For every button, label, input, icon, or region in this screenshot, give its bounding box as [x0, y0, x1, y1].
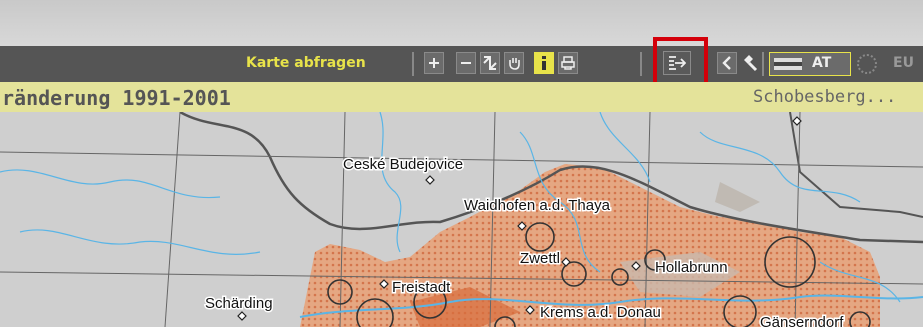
full-extent-icon — [483, 56, 497, 70]
scale-at-button[interactable]: AT — [769, 52, 851, 76]
map-title-bar: ränderung 1991-2001 Schobesberg... — [0, 82, 923, 112]
info-button[interactable] — [534, 52, 554, 74]
pan-button[interactable] — [504, 52, 524, 74]
back-button[interactable] — [717, 52, 737, 74]
zoom-out-button[interactable] — [456, 52, 476, 74]
eu-circle-icon — [857, 54, 877, 74]
query-map-label: Karte abfragen — [246, 55, 366, 71]
zoom-in-button[interactable] — [424, 52, 444, 74]
place-label: Zwettl — [520, 250, 560, 267]
map-title: ränderung 1991-2001 — [2, 86, 231, 110]
toolbar-separator — [640, 52, 642, 76]
print-icon — [561, 56, 575, 70]
back-icon — [722, 56, 731, 70]
browser-top-strip — [0, 0, 923, 46]
place-label: Hollabrunn — [655, 259, 728, 276]
scale-bars-icon — [774, 58, 802, 70]
place-label: Gänserndorf — [760, 314, 844, 327]
hammer-button[interactable] — [740, 52, 760, 74]
place-label: Krems a.d. Donau — [540, 304, 661, 321]
info-icon — [542, 56, 546, 70]
zoom-out-icon — [461, 62, 471, 64]
map-svg: Ceské Budejovice Waidhofen a.d. Thaya Zw… — [0, 112, 923, 327]
pan-hand-icon — [509, 58, 520, 70]
print-button[interactable] — [558, 52, 578, 74]
full-extent-button[interactable] — [480, 52, 500, 74]
map-toolbar: Karte abfragen AT EU — [0, 46, 923, 82]
place-label: Schärding — [205, 295, 273, 312]
hammer-icon — [744, 55, 758, 72]
toolbar-separator — [762, 52, 764, 76]
toolbar-separator — [412, 52, 414, 76]
map-canvas[interactable]: Ceské Budejovice Waidhofen a.d. Thaya Zw… — [0, 112, 923, 327]
scale-eu-button[interactable]: EU — [893, 55, 914, 71]
zoom-in-icon — [429, 58, 439, 68]
place-label: Ceské Budejovice — [343, 156, 463, 173]
user-name: Schobesberg... — [753, 87, 897, 107]
place-label: Freistadt — [392, 279, 451, 296]
place-label: Waidhofen a.d. Thaya — [464, 197, 611, 214]
scale-at-label: AT — [812, 55, 832, 71]
